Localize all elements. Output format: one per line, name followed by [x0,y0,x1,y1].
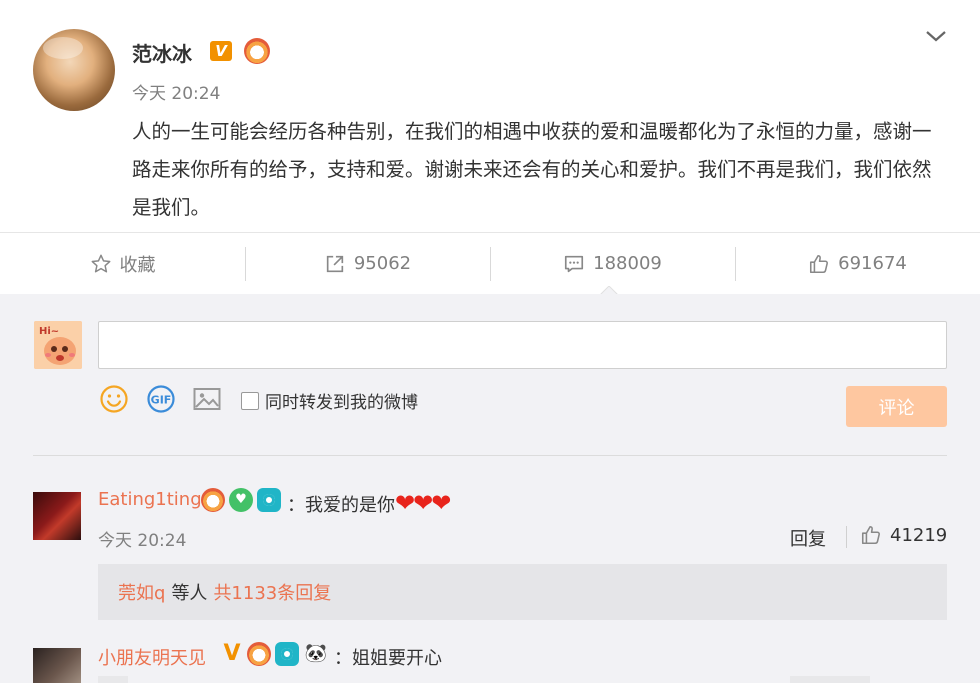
post-timestamp[interactable]: 今天 20:24 [132,79,220,104]
comment-avatar[interactable] [33,492,81,540]
favorite-label: 收藏 [119,254,156,276]
comment-like-button[interactable]: 41219 [860,524,947,546]
divider [33,455,947,456]
svg-text:Hi~: Hi~ [39,326,59,337]
panda-emoji-icon: 🐼 [304,643,328,664]
separator [846,526,847,548]
comment-text-body: ：我爱的是你 [287,495,395,516]
comment-input[interactable] [98,321,947,369]
camera-badge-icon [257,488,281,512]
reply-middle-text: 等人 [171,583,208,604]
medal-icon [244,38,270,64]
reply-count-link[interactable]: 共1133条回复 [213,579,331,605]
like-count: 691674 [838,253,907,274]
forward-option[interactable]: 同时转发到我的微博 [241,388,418,413]
like-button[interactable]: 691674 [735,233,980,294]
reply-button[interactable]: 回复 [790,525,826,551]
heart-badge-icon [229,488,253,512]
forward-label: 同时转发到我的微博 [265,393,418,413]
medal-icon [247,642,271,666]
emoji-icon[interactable] [99,384,129,414]
image-icon[interactable] [192,384,222,414]
star-icon [91,254,110,273]
repost-count: 95062 [353,253,412,274]
comment-like-count: 41219 [890,524,948,546]
post-content: 人的一生可能会经历各种告别，在我们的相遇中收获的爱和温暖都化为了永恒的力量，感谢… [132,120,932,219]
comment-text: ：我爱的是你❤❤❤ [287,489,451,517]
comment-timestamp: 今天 20:24 [98,531,187,551]
comment-username[interactable]: Eating1ting [98,489,202,510]
favorite-button[interactable]: 收藏 [0,233,245,294]
comment-button[interactable]: 188009 [490,233,735,294]
reply-button-partial [790,676,870,683]
gif-icon[interactable]: GIF [146,384,176,414]
camera-badge-icon [275,642,299,666]
author-name[interactable]: 范冰冰 [132,38,192,67]
action-bar: 收藏 95062 188009 691674 [0,232,980,294]
comment-badges: V 🐼 [221,642,329,666]
replies-summary[interactable]: 莞如q 等人 共1133条回复 [98,564,947,620]
thumbs-up-icon [810,254,829,273]
forward-checkbox[interactable] [241,391,259,410]
medal-icon [201,488,225,512]
comment-icon [565,255,584,272]
weibo-post: 范冰冰 V 今天 20:24 人的一生可能会经历各种告别，在我们的相遇中收获的爱… [0,0,980,232]
author-avatar[interactable] [33,29,115,111]
submit-comment-button[interactable]: 评论 [846,386,947,427]
comment-pointer-arrow [600,286,618,295]
comment-badges [201,488,281,512]
vip-v-icon: V [223,641,241,666]
repost-button[interactable]: 95062 [245,233,490,294]
comment-username[interactable]: 小朋友明天见 [98,644,206,670]
comment-avatar[interactable] [33,648,81,683]
share-icon [326,255,344,272]
heart-emoji-icon: ❤❤❤ [395,489,451,517]
my-avatar: Hi~ [34,321,82,369]
svg-text:GIF: GIF [151,394,172,407]
comment-timestamp-partial [98,676,128,683]
reply-username[interactable]: 莞如q [118,579,165,605]
verified-v-icon: V [210,41,232,61]
chevron-down-icon[interactable] [925,28,947,44]
comment-text: ：姐姐要开心 [334,648,442,669]
thumbs-up-icon [861,525,880,545]
comment-count: 188009 [593,253,662,274]
